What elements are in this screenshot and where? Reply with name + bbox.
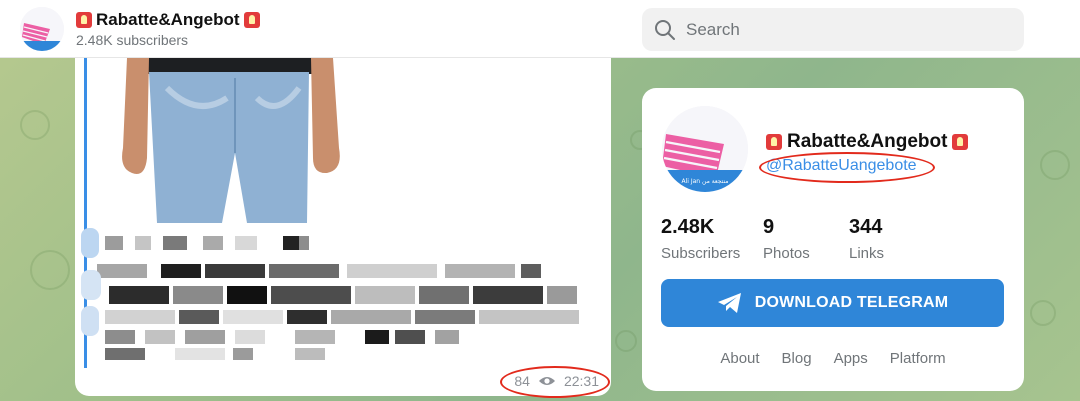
footer-link-about[interactable]: About (720, 350, 759, 367)
stat-label: Subscribers (661, 245, 741, 262)
siren-icon (76, 12, 92, 28)
message-photo[interactable] (87, 58, 387, 223)
stat-value: 344 (849, 216, 883, 238)
highlight-oval-handle (759, 152, 935, 183)
footer-links: About Blog Apps Platform (642, 350, 1024, 367)
channel-info-name: Rabatte&Angebot (787, 131, 948, 152)
avatar-caption: Ali Jan منتجعة من (681, 178, 728, 185)
siren-icon (766, 134, 782, 150)
highlight-oval-meta (500, 366, 610, 398)
siren-icon (952, 134, 969, 150)
channel-info-title: Rabatte&Angebot (766, 131, 969, 153)
download-telegram-label: DOWNLOAD TELEGRAM (754, 294, 949, 311)
download-telegram-button[interactable]: DOWNLOAD TELEGRAM (661, 279, 1004, 327)
stat-subscribers: 2.48K Subscribers (661, 216, 740, 262)
telegram-plane-icon (717, 293, 741, 313)
stat-value: 2.48K (661, 216, 715, 238)
channel-title-text: Rabatte&Angebot (96, 10, 240, 29)
stat-links[interactable]: 344 Links (849, 216, 884, 262)
footer-link-platform[interactable]: Platform (890, 350, 946, 367)
stat-label: Links (849, 245, 885, 262)
search-input[interactable] (686, 8, 1016, 51)
stat-label: Photos (763, 245, 810, 262)
channel-message: 84 22:31 (75, 58, 611, 396)
stat-value: 9 (763, 216, 775, 238)
channel-info-card: Ali Jan منتجعة من Rabatte&Angebot @Rabat… (642, 88, 1024, 391)
subscriber-count: 2.48K subscribers (76, 32, 189, 48)
channel-info-avatar[interactable]: Ali Jan منتجعة من (662, 106, 748, 192)
channel-title: Rabatte&Angebot (76, 10, 260, 30)
stat-photos[interactable]: 9 Photos (763, 216, 810, 262)
siren-icon (243, 12, 260, 28)
footer-link-apps[interactable]: Apps (834, 350, 868, 367)
search-box[interactable] (642, 8, 1024, 51)
channel-avatar[interactable] (20, 7, 64, 51)
footer-link-blog[interactable]: Blog (782, 350, 812, 367)
top-bar: Rabatte&Angebot 2.48K subscribers (0, 0, 1080, 58)
search-icon (655, 20, 675, 40)
